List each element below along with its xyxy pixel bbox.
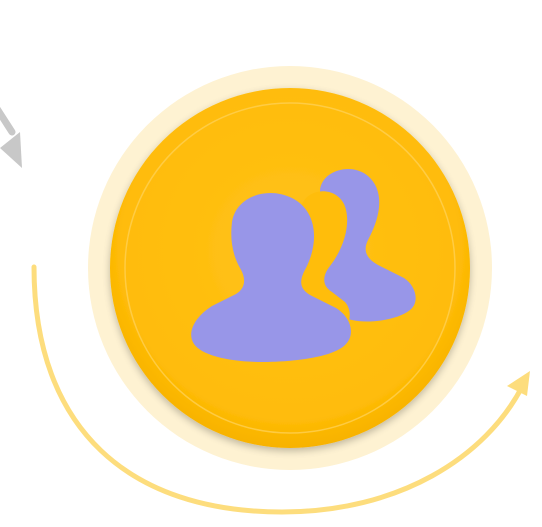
gray-arrow-icon: [0, 106, 22, 168]
illustration-svg: [0, 66, 530, 515]
illustration-canvas: [0, 0, 542, 527]
